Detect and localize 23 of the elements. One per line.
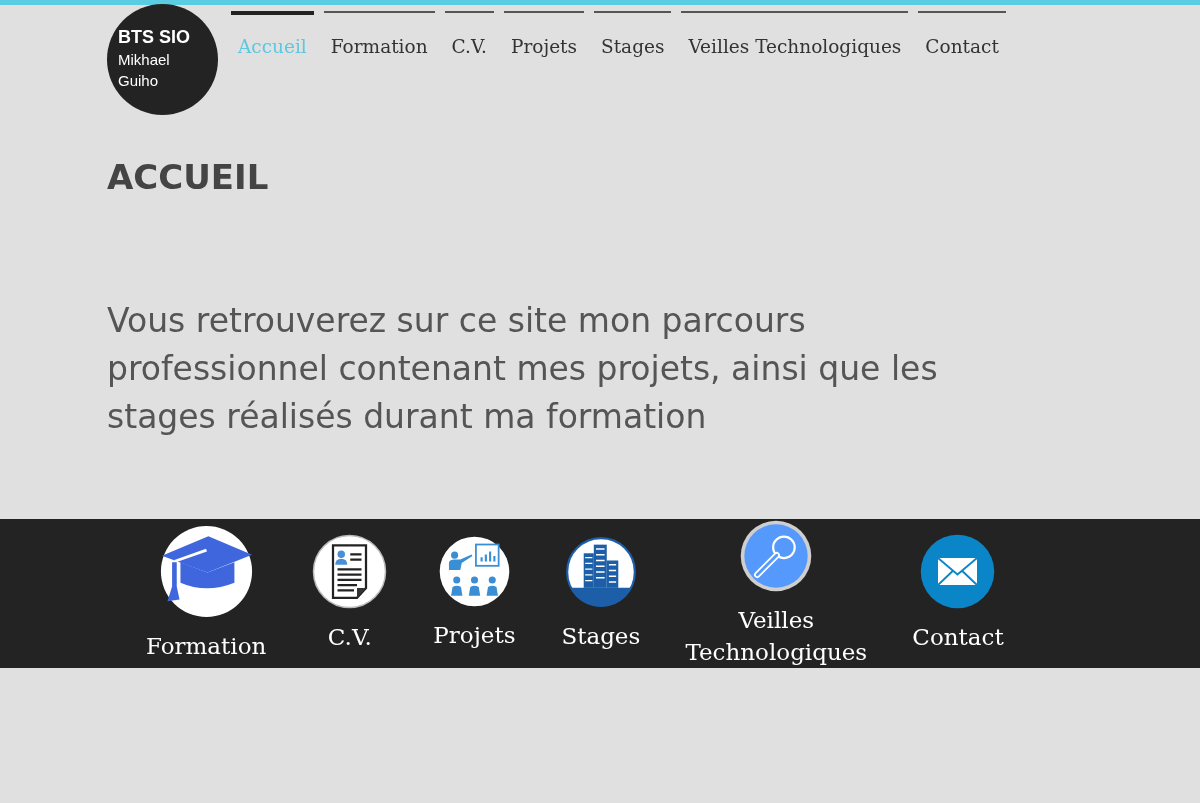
nav-link[interactable]: C.V. — [444, 11, 494, 59]
shortcut-link[interactable]: Contact — [912, 534, 1004, 653]
nav-link[interactable]: Stages — [594, 11, 672, 59]
graduation-cap-icon — [159, 525, 253, 618]
envelope-icon — [920, 534, 996, 609]
nav-link[interactable]: Contact — [918, 11, 1006, 59]
office-buildings-icon — [564, 535, 637, 608]
resume-document-icon — [312, 534, 388, 609]
logo-author: Mikhael Guiho — [118, 50, 171, 91]
presentation-icon — [438, 536, 510, 607]
intro-paragraph: Vous retrouverez sur ce site mon parcours professionnel contenant mes projets, ainsi que les stages réalisés durant ma formation — [107, 300, 939, 438]
logo-badge[interactable]: BTS SIO Mikhael Guiho — [107, 4, 218, 115]
shortcut-link[interactable]: Projets — [433, 536, 516, 651]
nav-link[interactable]: Projets — [503, 11, 584, 59]
magnifier-icon — [740, 519, 813, 592]
nav-link[interactable]: Formation — [323, 11, 435, 59]
logo-title: BTS SIO — [118, 26, 191, 49]
shortcut-link[interactable]: Stages — [561, 535, 641, 652]
shortcut-link[interactable]: Formation — [146, 525, 267, 662]
page-heading: ACCUEIL — [107, 157, 270, 197]
shortcut-link[interactable]: C.V. — [312, 534, 388, 653]
nav-link[interactable]: Veilles Technologiques — [681, 11, 909, 59]
shortcut-link[interactable]: Veilles Technologiques — [686, 519, 867, 668]
